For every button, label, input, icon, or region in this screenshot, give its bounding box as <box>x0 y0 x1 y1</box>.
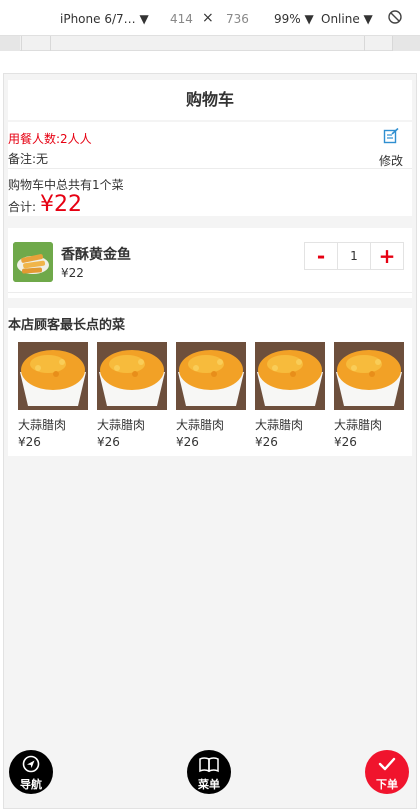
menu-label: 菜单 <box>198 778 220 791</box>
recommended-section: 本店顾客最长点的菜 大蒜腊肉 ¥26 大蒜腊肉 ¥26 大蒜腊肉 ¥26 大蒜腊… <box>8 308 412 456</box>
recommended-title: 本店顾客最长点的菜 <box>8 318 126 333</box>
recommended-dish[interactable]: 大蒜腊肉 ¥26 <box>97 342 167 449</box>
dish-image <box>334 342 404 410</box>
dish-name: 大蒜腊肉 <box>334 418 383 432</box>
dish-name: 大蒜腊肉 <box>255 418 304 432</box>
cart-item-name: 香酥黄金鱼 <box>61 247 131 263</box>
dimension-separator: × <box>202 10 214 26</box>
cart-count-text: 购物车中总共有1个菜 <box>8 178 124 192</box>
devtools-toolbar: iPhone 6/7… ▼ 414 × 736 99% ▼ Online ▼ <box>0 0 420 36</box>
nav-button[interactable]: 导航 <box>9 750 53 794</box>
dish-name: 大蒜腊肉 <box>176 418 225 432</box>
recommended-dish[interactable]: 大蒜腊肉 ¥26 <box>18 342 88 449</box>
cart-total: 合计: ¥22 <box>8 192 82 217</box>
quantity-stepper: - 1 + <box>304 242 404 270</box>
dish-name: 大蒜腊肉 <box>97 418 146 432</box>
recommended-dish[interactable]: 大蒜腊肉 ¥26 <box>176 342 246 449</box>
dish-image <box>18 342 88 410</box>
page-title: 购物车 <box>8 80 412 120</box>
order-remark: 备注:无 <box>8 152 49 166</box>
mobile-viewport: 购物车 用餐人数:2人人 备注:无 修改 购物车中总共有1个菜 合计:¥22 <box>3 73 417 809</box>
dish-price: ¥26 <box>18 435 41 449</box>
dish-name: 大蒜腊肉 <box>18 418 67 432</box>
recommended-dish[interactable]: 大蒜腊肉 ¥26 <box>334 342 404 449</box>
dish-price: ¥26 <box>97 435 120 449</box>
viewport-height[interactable]: 736 <box>226 11 249 27</box>
network-select[interactable]: Online ▼ <box>321 11 373 27</box>
decrease-button[interactable]: - <box>305 243 337 269</box>
dish-thumbnail <box>13 242 53 282</box>
checkmark-icon <box>378 757 396 771</box>
order-label: 下单 <box>376 778 398 791</box>
cart-item: 香酥黄金鱼 ¥22 - 1 + <box>8 228 412 298</box>
divider <box>8 168 412 169</box>
edit-icon <box>383 127 399 144</box>
edit-button[interactable]: 修改 <box>376 127 406 169</box>
cart-item-price: ¥22 <box>61 266 84 280</box>
menu-button[interactable]: 菜单 <box>187 750 231 794</box>
book-icon <box>199 757 219 773</box>
order-button[interactable]: 下单 <box>365 750 409 794</box>
dish-price: ¥26 <box>255 435 278 449</box>
dish-price: ¥26 <box>176 435 199 449</box>
dish-image <box>176 342 246 410</box>
total-price: ¥22 <box>40 192 83 217</box>
viewport-width[interactable]: 414 <box>170 11 193 27</box>
recommended-dish[interactable]: 大蒜腊肉 ¥26 <box>255 342 325 449</box>
dish-image <box>97 342 167 410</box>
diners-count: 用餐人数:2人人 <box>8 132 92 146</box>
divider <box>8 292 412 293</box>
device-select[interactable]: iPhone 6/7… ▼ <box>60 11 149 27</box>
increase-button[interactable]: + <box>371 243 403 269</box>
total-label: 合计: <box>8 200 37 214</box>
media-query-ruler[interactable] <box>0 36 420 51</box>
compass-icon <box>22 755 40 773</box>
quantity-value[interactable]: 1 <box>337 243 371 269</box>
rotate-icon[interactable] <box>388 10 402 28</box>
order-info-panel: 用餐人数:2人人 备注:无 修改 购物车中总共有1个菜 合计: ¥22 <box>8 122 412 217</box>
edit-label: 修改 <box>378 154 403 168</box>
dish-image <box>255 342 325 410</box>
zoom-select[interactable]: 99% ▼ <box>274 11 314 27</box>
dish-price: ¥26 <box>334 435 357 449</box>
nav-label: 导航 <box>20 778 42 791</box>
